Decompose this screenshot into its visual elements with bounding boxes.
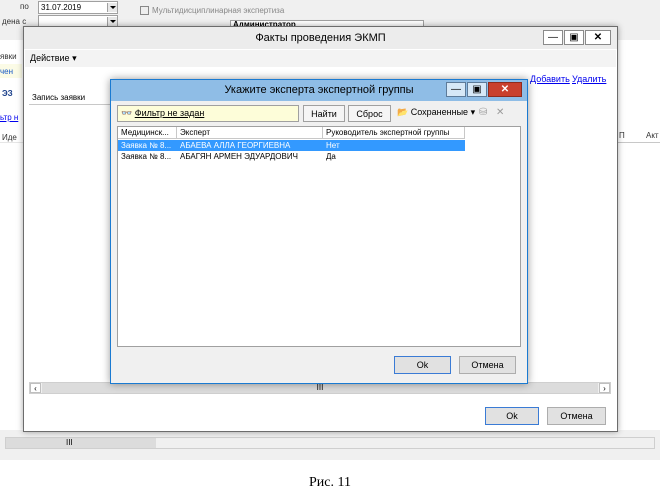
row-medical-cell: Заявка № 8... xyxy=(121,141,172,150)
dialog-close-button[interactable]: ✕ xyxy=(488,82,522,97)
delete-link[interactable]: Удалить xyxy=(572,74,606,84)
binoculars-icon: 👓 xyxy=(121,108,133,118)
bg-horizontal-scrollbar[interactable]: III xyxy=(5,437,655,449)
bg-left-label-1: явки xyxy=(0,52,17,61)
table-row[interactable]: Заявка № 8... АБАЕВА АЛЛА ГЕОРГИЕВНА Нет xyxy=(118,140,465,151)
dialog-maximize-button[interactable]: ▣ xyxy=(467,82,487,97)
folder-icon: 📂 xyxy=(397,107,409,117)
close-icon: ✕ xyxy=(593,32,603,43)
created-from-label: дена с xyxy=(2,17,27,26)
figure-caption: Рис. 11 xyxy=(309,475,351,490)
bg-right-header: П Акт xyxy=(616,128,660,143)
bg-filter-link[interactable]: ьтр н xyxy=(0,113,18,122)
bg-left-label-5: Иде xyxy=(2,133,17,142)
filter-link[interactable]: Фильтр не задан xyxy=(135,108,205,118)
bg-left-label-4[interactable]: ьтр н xyxy=(0,113,18,122)
experts-grid: Медицинск... Эксперт Руководитель экспер… xyxy=(117,126,521,347)
bg-right-col-2: Акт xyxy=(646,131,659,140)
date-to-field[interactable]: 31.07.2019 xyxy=(38,1,118,14)
add-link[interactable]: Добавить xyxy=(530,74,570,84)
maximize-button[interactable]: ▣ xyxy=(564,30,584,45)
dialog-minimize-button[interactable]: — xyxy=(446,82,466,97)
dialog-cancel-button[interactable]: Отмена xyxy=(459,356,516,374)
delete-filter-icon[interactable]: ✕ xyxy=(496,107,504,118)
bg-scroll-grip: III xyxy=(66,438,73,447)
saved-label: Сохраненные xyxy=(410,107,469,117)
chevron-down-icon: ▾ xyxy=(470,107,476,117)
chevron-down-icon[interactable] xyxy=(107,17,117,26)
save-filter-icon[interactable]: ⛁ xyxy=(479,107,487,118)
multidisciplinary-label: Мультидисциплинарная экспертиза xyxy=(152,6,285,15)
scroll-right-icon[interactable]: › xyxy=(599,383,610,393)
scroll-left-icon[interactable]: ‹ xyxy=(30,383,41,393)
row-expert-cell: АБАГЯН АРМЕН ЭДУАРДОВИЧ xyxy=(180,152,298,161)
row-leader-cell: Да xyxy=(326,152,336,161)
row-expert-cell: АБАЕВА АЛЛА ГЕОРГИЕВНА xyxy=(180,141,291,150)
menu-action-label: Действие xyxy=(30,53,70,63)
column-header-leader[interactable]: Руководитель экспертной группы xyxy=(323,127,465,139)
dialog-ok-button[interactable]: Ok xyxy=(394,356,451,374)
minimize-icon: — xyxy=(451,84,461,95)
maximize-icon: ▣ xyxy=(569,32,579,43)
multidisciplinary-checkbox[interactable] xyxy=(140,6,149,15)
chevron-down-icon: ▾ xyxy=(72,53,77,63)
bg-right-col-1: П xyxy=(619,131,625,140)
minimize-icon: — xyxy=(548,32,558,43)
reset-button[interactable]: Сброс xyxy=(348,105,391,122)
chevron-down-icon[interactable] xyxy=(107,3,117,12)
bg-left-label-2: чен xyxy=(0,67,14,76)
saved-filters-dropdown[interactable]: 📂 Сохраненные ▾ xyxy=(397,107,475,118)
main-scroll-grip: III xyxy=(316,383,324,392)
date-to-label: по xyxy=(20,2,29,11)
main-window-titlebar[interactable]: Факты проведения ЭКМП xyxy=(24,27,617,49)
column-header-expert[interactable]: Эксперт xyxy=(177,127,323,139)
maximize-icon: ▣ xyxy=(472,84,482,95)
main-menubar: Действие ▾ xyxy=(25,50,616,67)
close-button[interactable]: ✕ xyxy=(585,30,611,45)
main-window-title: Факты проведения ЭКМП xyxy=(255,32,386,44)
row-medical-cell: Заявка № 8... xyxy=(121,152,172,161)
table-row[interactable]: Заявка № 8... АБАГЯН АРМЕН ЭДУАРДОВИЧ Да xyxy=(118,151,465,162)
date-to-value: 31.07.2019 xyxy=(41,3,82,12)
bg-left-label-3: ЭЗ xyxy=(2,89,13,98)
main-cancel-button[interactable]: Отмена xyxy=(547,407,606,425)
close-icon: ✕ xyxy=(500,84,510,95)
select-expert-dialog: Укажите эксперта экспертной группы — ▣ ✕… xyxy=(110,79,528,384)
filter-field[interactable]: 👓 Фильтр не задан xyxy=(117,105,299,122)
dialog-title: Укажите эксперта экспертной группы xyxy=(224,84,414,96)
main-ok-button[interactable]: Ok xyxy=(485,407,539,425)
main-scroll-thumb[interactable]: III xyxy=(42,383,598,393)
column-header-request[interactable]: Запись заявки xyxy=(29,91,114,105)
column-header-medical[interactable]: Медицинск... xyxy=(118,127,177,139)
minimize-button[interactable]: — xyxy=(543,30,563,45)
bg-scroll-thumb[interactable]: III xyxy=(6,438,156,448)
row-leader-cell: Нет xyxy=(326,141,340,150)
menu-action[interactable]: Действие ▾ xyxy=(30,53,77,64)
find-button[interactable]: Найти xyxy=(303,105,345,122)
